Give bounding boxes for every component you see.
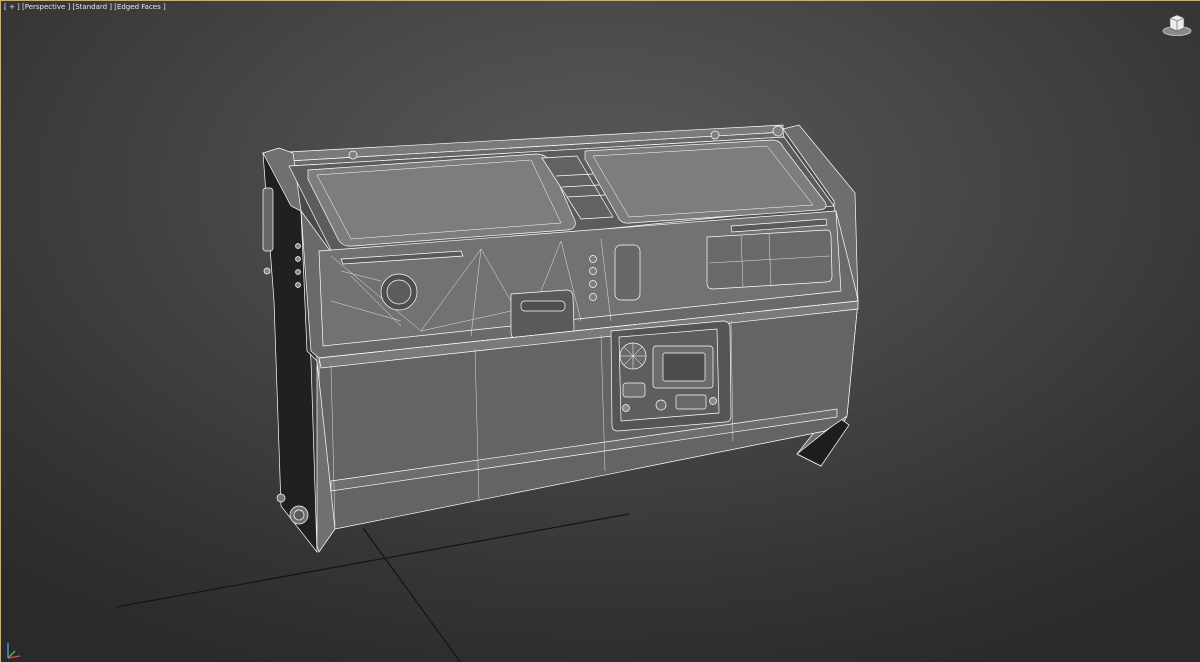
perspective-viewport[interactable]: [ + ] [Perspective ] [Standard ] [Edged …	[0, 0, 1200, 662]
left-side	[262, 147, 318, 554]
home-grid	[115, 513, 630, 662]
wireframe-model[interactable]	[262, 124, 859, 554]
3d-scene[interactable]	[1, 1, 1200, 662]
axis-tripod-icon	[7, 643, 21, 659]
viewcube-home-icon[interactable]	[1161, 11, 1193, 37]
